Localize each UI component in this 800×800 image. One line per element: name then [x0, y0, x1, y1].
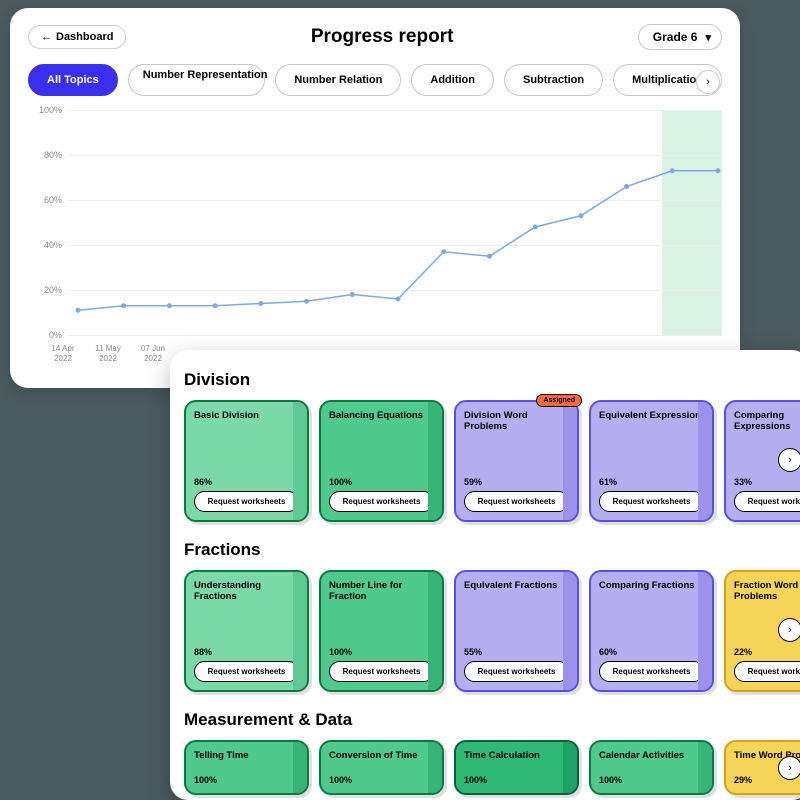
topic-card[interactable]: Understanding Fractions 88% Request worksh…	[184, 570, 309, 692]
topic-card[interactable]: Conversion of Time 100%	[319, 740, 444, 795]
progress-chart: 0%20%40%60%80%100% 14 Apr202211 May20220…	[28, 110, 722, 365]
section-title: Measurement & Data	[184, 710, 800, 730]
card-percentage: 100%	[329, 647, 434, 657]
request-worksheets-button[interactable]: Request worksheets	[734, 661, 800, 682]
y-tick-label: 60%	[32, 195, 62, 205]
topic-card[interactable]: Telling Time 100%	[184, 740, 309, 795]
card-percentage: 60%	[599, 647, 704, 657]
tabs-scroll-right-button[interactable]: ›	[696, 70, 720, 94]
topic-card[interactable]: Division Word Problems 59% Request workshe…	[454, 400, 579, 522]
card-title: Division Word Problems	[464, 410, 569, 433]
request-worksheets-button[interactable]: Request worksheets	[734, 491, 800, 512]
card-percentage: 100%	[194, 775, 299, 785]
y-tick-label: 40%	[32, 240, 62, 250]
card-title: Conversion of Time	[329, 750, 434, 761]
x-tick-label: 11 May2022	[83, 344, 133, 363]
request-worksheets-button[interactable]: Request worksheets	[599, 661, 704, 682]
progress-panel: ← Dashboard Progress report Grade 6 All …	[10, 8, 740, 388]
card-percentage: 100%	[329, 477, 434, 487]
topic-card[interactable]: Equivalent Fractions 55% Request worksheet…	[454, 570, 579, 692]
request-worksheets-button[interactable]: Request worksheets	[194, 491, 299, 512]
request-worksheets-button[interactable]: Request worksheets	[329, 491, 434, 512]
card-percentage: 33%	[734, 477, 800, 487]
topic-card[interactable]: Comparing Fractions 60% Request worksheets	[589, 570, 714, 692]
request-worksheets-button[interactable]: Request worksheets	[464, 491, 569, 512]
cards-row: Understanding Fractions 88% Request worksh…	[184, 570, 800, 692]
tab-all-topics[interactable]: All Topics	[28, 64, 118, 96]
topic-card[interactable]: Time Calculation 100%	[454, 740, 579, 795]
grade-label: Grade 6	[653, 30, 698, 44]
card-percentage: 100%	[329, 775, 434, 785]
header: ← Dashboard Progress report Grade 6	[28, 24, 722, 50]
card-title: Comparing Fractions	[599, 580, 704, 591]
page-title: Progress report	[311, 26, 454, 48]
request-worksheets-button[interactable]: Request worksheets	[329, 661, 434, 682]
chevron-right-icon: ›	[706, 76, 710, 88]
y-tick-label: 20%	[32, 285, 62, 295]
card-percentage: 59%	[464, 477, 569, 487]
card-title: Equivalent Fractions	[464, 580, 569, 591]
tab-subtraction[interactable]: Subtraction	[504, 64, 603, 96]
cards-row: Basic Division86%Request worksheetsBalan…	[184, 400, 800, 522]
card-title: Telling Time	[194, 750, 299, 761]
chart-line	[68, 110, 728, 335]
topic-card[interactable]: Calendar Activities 100%	[589, 740, 714, 795]
card-title: Basic Division	[194, 410, 299, 421]
grade-selector[interactable]: Grade 6	[638, 24, 722, 50]
y-tick-label: 80%	[32, 150, 62, 160]
card-percentage: 55%	[464, 647, 569, 657]
request-worksheets-button[interactable]: Request worksheets	[194, 661, 299, 682]
row-scroll-right-button[interactable]: ›	[778, 756, 800, 780]
card-title: Balancing Equations	[329, 410, 434, 421]
tab-number-relation[interactable]: Number Relation	[275, 64, 401, 96]
row-scroll-right-button[interactable]: ›	[778, 618, 800, 642]
tab-number-representation[interactable]: Number Representation	[128, 64, 266, 96]
card-title: Number Line for Fraction	[329, 580, 434, 603]
y-tick-label: 100%	[32, 105, 62, 115]
tab-addition[interactable]: Addition	[411, 64, 494, 96]
topic-card[interactable]: Number Line for Fraction 100% Request work…	[319, 570, 444, 692]
y-tick-label: 0%	[32, 330, 62, 340]
section-title: Division	[184, 370, 800, 390]
section-title: Fractions	[184, 540, 800, 560]
cards-row: Telling Time100%Conversion of Time100%Ti…	[184, 740, 800, 795]
arrow-left-icon: ←	[41, 31, 52, 43]
card-percentage: 86%	[194, 477, 299, 487]
card-percentage: 22%	[734, 647, 800, 657]
topics-panel: Division Basic Division 86% Request workshe…	[170, 350, 800, 800]
card-title: Time Calculation	[464, 750, 569, 761]
card-title: Understanding Fractions	[194, 580, 299, 603]
card-title: Comparing Expressions	[734, 410, 800, 433]
x-tick-label: 14 Apr2022	[38, 344, 88, 363]
card-title: Calendar Activities	[599, 750, 704, 761]
row-scroll-right-button[interactable]: ›	[778, 448, 800, 472]
topic-filter-tabs: All Topics Number Representation Number …	[28, 64, 722, 96]
card-percentage: 100%	[464, 775, 569, 785]
topic-card[interactable]: Basic Division 86% Request worksheets	[184, 400, 309, 522]
topic-card[interactable]: Equivalent Expression 61% Request workshee…	[589, 400, 714, 522]
request-worksheets-button[interactable]: Request worksheets	[464, 661, 569, 682]
card-percentage: 61%	[599, 477, 704, 487]
card-percentage: 88%	[194, 647, 299, 657]
request-worksheets-button[interactable]: Request worksheets	[599, 491, 704, 512]
back-label: Dashboard	[56, 31, 113, 43]
card-title: Equivalent Expression	[599, 410, 704, 421]
assigned-badge: Assigned	[536, 394, 582, 407]
card-title: Fraction Word Problems	[734, 580, 800, 603]
dashboard-back-button[interactable]: ← Dashboard	[28, 25, 126, 49]
card-percentage: 100%	[599, 775, 704, 785]
topic-card[interactable]: Balancing Equations 100% Request worksheet…	[319, 400, 444, 522]
